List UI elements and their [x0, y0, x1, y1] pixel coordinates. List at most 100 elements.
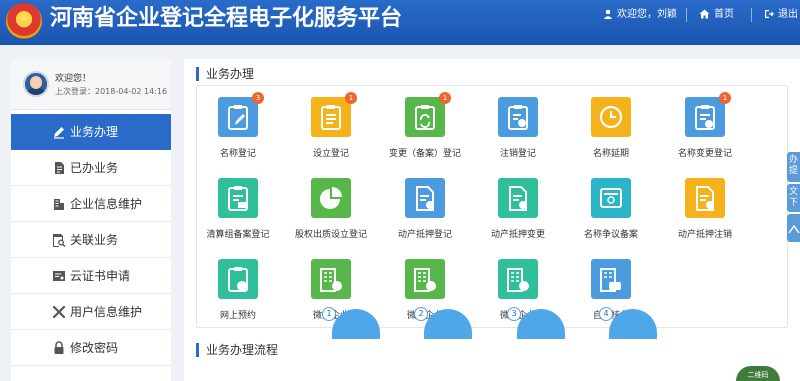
clipboard-check-icon — [228, 186, 248, 211]
document-minus-icon — [509, 186, 527, 211]
service-tile-icon — [218, 178, 258, 218]
service-tile[interactable]: 3 名称登记 — [192, 92, 284, 167]
clipboard-minus-icon — [695, 105, 715, 130]
service-tile[interactable]: 网上预约 — [192, 259, 284, 329]
sidebar-item-label: 用户信息维护 — [70, 305, 143, 319]
float-tab-guide[interactable]: 办提 — [787, 152, 800, 182]
step-number: 1 — [322, 307, 336, 321]
float-tab-download[interactable]: 文下 — [787, 184, 800, 212]
id-card-icon — [600, 188, 622, 208]
welcome-text: 欢迎您，刘颖 — [617, 9, 677, 20]
back-to-top-button[interactable] — [787, 214, 800, 242]
service-tile[interactable]: 名称延期 — [565, 97, 657, 167]
sidebar-item-label: 修改密码 — [70, 341, 119, 355]
service-tile[interactable]: 名称争议备案 — [565, 178, 657, 248]
service-tile[interactable]: 股权出质设立登记 — [285, 178, 377, 248]
tools-icon — [52, 305, 66, 319]
building-icon — [54, 199, 64, 210]
service-tile[interactable]: 动产抵押注销 — [659, 178, 751, 248]
document-icon — [55, 162, 64, 174]
certificate-icon — [53, 271, 65, 281]
section-title-flow: 业务办理流程 — [196, 343, 278, 357]
service-tile-icon — [311, 97, 351, 137]
clipboard-pen-icon — [228, 105, 248, 130]
sidebar: 欢迎您！ 上次登录：2018-04-02 14:16 业务办理 已办业务 企业信… — [11, 59, 171, 381]
service-tile-icon — [591, 259, 631, 299]
service-label: 动产抵押注销 — [677, 230, 732, 240]
clock-icon — [599, 105, 623, 129]
logout-icon — [765, 10, 774, 18]
count-badge: 1 — [345, 92, 357, 104]
service-tile[interactable]: 1 设立登记 — [285, 92, 377, 167]
service-tile[interactable]: 注销登记 — [472, 97, 564, 167]
service-tile-icon — [685, 178, 725, 218]
pen-icon — [54, 127, 64, 139]
document-cancel-icon — [696, 186, 714, 211]
service-tile-icon — [405, 259, 445, 299]
service-tile-icon — [591, 97, 631, 137]
count-badge: 3 — [252, 92, 264, 104]
logout-label: 退出 — [778, 9, 798, 20]
user-info-box: 欢迎您！ 上次登录：2018-04-02 14:16 — [11, 59, 171, 110]
arrow-up-icon — [788, 224, 800, 234]
service-tile-icon — [311, 178, 351, 218]
service-tile-icon — [405, 97, 445, 137]
clipboard-list-icon — [321, 105, 341, 130]
building-micro-icon — [414, 268, 436, 292]
avatar — [23, 71, 49, 97]
lock-icon — [54, 341, 64, 354]
service-tile[interactable]: 动产抵押登记 — [379, 178, 471, 248]
service-tile[interactable]: 1 名称变更登记 — [659, 92, 751, 167]
clipboard-refresh-icon — [415, 105, 435, 130]
sidebar-item-company-info[interactable]: 企业信息维护 — [11, 186, 171, 222]
header-divider — [751, 8, 752, 22]
service-tile-icon — [498, 259, 538, 299]
service-tile[interactable]: 动产抵押变更 — [472, 178, 564, 248]
service-tile-icon — [591, 178, 631, 218]
step-number: 2 — [414, 307, 428, 321]
sidebar-item-business[interactable]: 业务办理 — [11, 114, 171, 150]
sidebar-item-cloud-cert[interactable]: 云证书申请 — [11, 258, 171, 294]
count-badge: 1 — [719, 92, 731, 104]
sidebar-item-password[interactable]: 修改密码 — [11, 330, 171, 366]
sidebar-item-label: 关联业务 — [70, 233, 119, 247]
top-header: ★ 河南省企业登记全程电子化服务平台 欢迎您，刘颖 首页 退出 — [0, 0, 800, 45]
sidebar-item-related[interactable]: 关联业务 — [11, 222, 171, 258]
sidebar-item-completed[interactable]: 已办业务 — [11, 150, 171, 186]
service-tile-icon — [685, 97, 725, 137]
sidebar-item-label: 业务办理 — [70, 125, 119, 139]
service-label: 名称变更登记 — [677, 149, 732, 159]
service-tile-icon — [218, 259, 258, 299]
sidebar-item-user-info[interactable]: 用户信息维护 — [11, 294, 171, 330]
user-greeting: 欢迎您！ — [55, 74, 92, 84]
search-document-icon — [53, 234, 66, 247]
last-login-time: 上次登录：2018-04-02 14:16 — [55, 87, 168, 96]
sidebar-item-label: 企业信息维护 — [70, 197, 143, 211]
qr-badge-label: 二维码 — [747, 371, 769, 379]
service-tile[interactable]: 1 变更（备案）登记 — [379, 92, 471, 167]
home-label: 首页 — [714, 9, 734, 20]
building-id-icon — [600, 268, 621, 292]
building-micro-icon — [507, 268, 529, 292]
building-micro-icon — [320, 268, 342, 292]
service-tile[interactable]: 清算组备案登记 — [192, 178, 284, 248]
document-pen-icon — [416, 186, 434, 211]
home-link[interactable]: 首页 — [699, 8, 734, 22]
national-emblem-logo: ★ — [6, 3, 42, 39]
service-tile-icon — [498, 178, 538, 218]
home-icon — [699, 9, 710, 19]
qr-code-badge[interactable]: 二维码 — [736, 366, 780, 381]
logout-link[interactable]: 退出 — [764, 8, 798, 22]
count-badge: 1 — [439, 92, 451, 104]
service-tile-icon — [311, 259, 351, 299]
step-number: 3 — [507, 307, 521, 321]
user-icon — [603, 9, 613, 19]
pie-chart-icon — [320, 187, 342, 209]
service-tile-icon — [498, 97, 538, 137]
clipboard-clock-icon — [228, 267, 248, 292]
service-tile-icon — [218, 97, 258, 137]
step-number: 4 — [599, 307, 613, 321]
service-tile-icon — [405, 178, 445, 218]
sidebar-item-label: 已办业务 — [70, 161, 119, 175]
sidebar-item-label: 云证书申请 — [70, 269, 131, 283]
